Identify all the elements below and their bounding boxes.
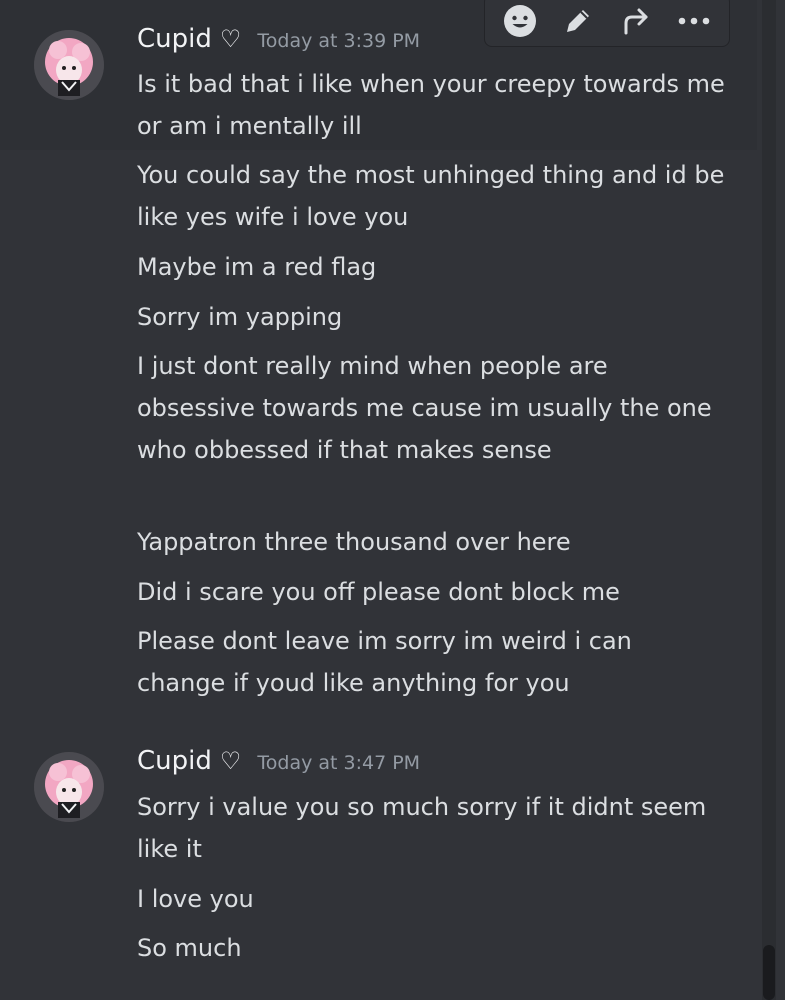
heart-icon: ♡ (219, 747, 242, 775)
timestamp: Today at 3:39 PM (257, 30, 421, 52)
forward-button[interactable] (614, 1, 658, 41)
more-options-button[interactable] (672, 1, 716, 41)
scrollbar-track[interactable] (762, 0, 776, 1000)
scrollbar-thumb[interactable] (763, 945, 775, 1000)
message-text: Did i scare you off please dont block me (137, 578, 620, 606)
message-text: Yappatron three thousand over here (137, 528, 571, 556)
message-text: Sorry i value you so much sorry if it di… (137, 793, 707, 863)
message-text: So much (137, 934, 242, 962)
message-text: Please dont leave im sorry im weird i ca… (137, 627, 632, 697)
timestamp: Today at 3:47 PM (257, 752, 421, 774)
message-header: Cupid ♡ Today at 3:39 PM (137, 24, 420, 60)
message-header: Cupid ♡ Today at 3:47 PM (137, 746, 420, 782)
username[interactable]: Cupid (137, 746, 212, 776)
avatar-image (34, 752, 104, 822)
avatar-image (34, 30, 104, 100)
add-reaction-button[interactable] (498, 1, 542, 41)
forward-icon (624, 8, 648, 34)
message-text: Sorry im yapping (137, 303, 343, 331)
username[interactable]: Cupid (137, 24, 212, 54)
edit-icon (567, 9, 589, 32)
more-options-icon (678, 17, 710, 24)
heart-icon: ♡ (219, 25, 242, 53)
message-text: You could say the most unhinged thing an… (137, 161, 725, 231)
edit-button[interactable] (556, 1, 600, 41)
message-text: I just dont really mind when people are … (137, 352, 712, 464)
message-action-toolbar (484, 0, 730, 47)
message-text: Is it bad that i like when your creepy t… (137, 70, 725, 140)
message-text: Maybe im a red flag (137, 253, 377, 281)
add-reaction-icon (504, 4, 536, 37)
avatar[interactable] (34, 30, 104, 100)
message-text: I love you (137, 885, 254, 913)
avatar[interactable] (34, 752, 104, 822)
